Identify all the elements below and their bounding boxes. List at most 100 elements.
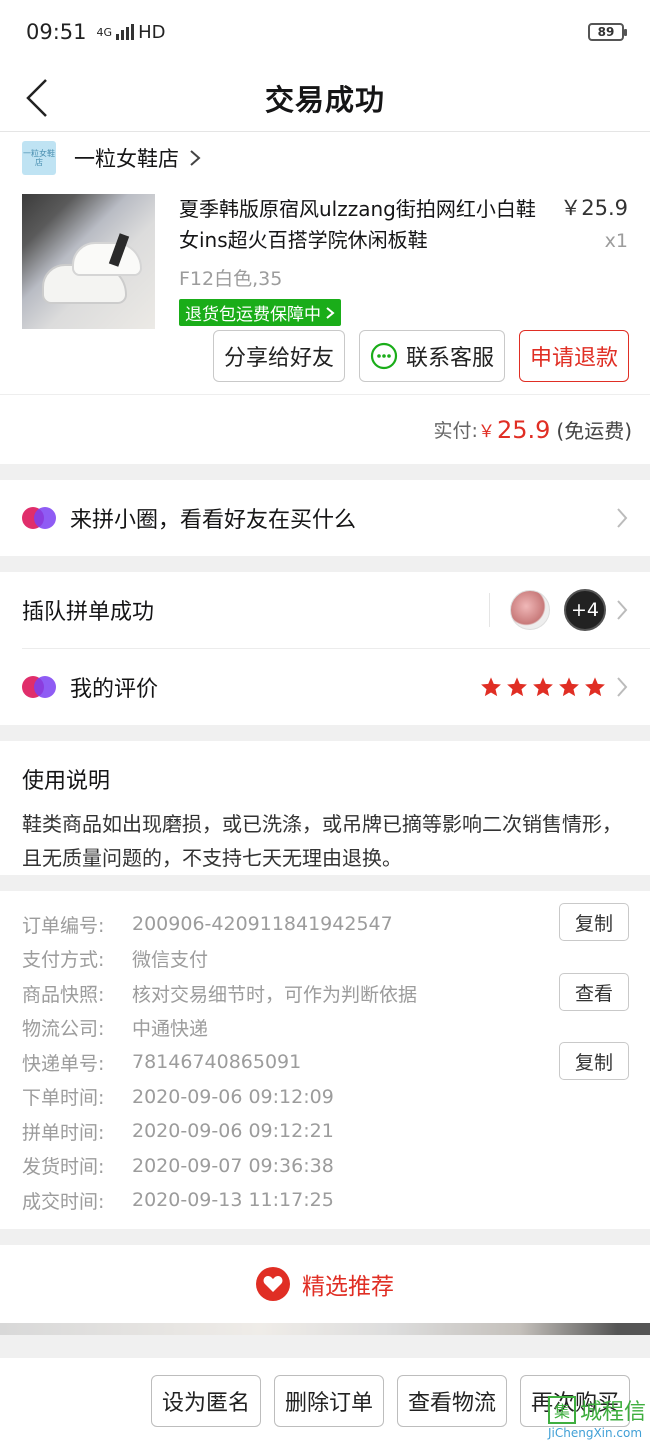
- delete-order-button[interactable]: 删除订单: [273, 1375, 384, 1427]
- star-icon: [481, 677, 501, 697]
- order-detail-row: 快递单号: 78146740865091: [22, 1045, 628, 1080]
- group-order-label: 插队拼单成功: [22, 600, 155, 625]
- order-detail-key: 发货时间:: [22, 1156, 105, 1179]
- star-icon: [533, 677, 553, 697]
- watermark-url: JiChengXin.com: [547, 1426, 643, 1440]
- copy-tracking-number-button[interactable]: 复制: [559, 1042, 629, 1080]
- order-detail-row: 支付方式: 微信支付: [22, 942, 628, 977]
- section-gap: [0, 464, 650, 480]
- separator: [489, 593, 490, 627]
- order-rows: 订单编号: 200906-420911841942547 支付方式: 微信支付 商品快照…: [22, 907, 628, 1218]
- anonymous-button[interactable]: 设为匿名: [150, 1375, 261, 1427]
- my-review-row[interactable]: 我的评价: [0, 649, 650, 725]
- order-detail-row: 成交时间: 2020-09-13 11:17:25: [22, 1183, 628, 1218]
- order-detail-value: 2020-09-13 11:17:25: [132, 1189, 334, 1212]
- chevron-right-icon: [326, 306, 335, 319]
- copy-order-number-button[interactable]: 复制: [559, 903, 629, 941]
- watermark-brand: 城程信: [579, 1400, 646, 1425]
- goods-price: ￥25.9: [560, 196, 628, 220]
- order-detail-key: 下单时间:: [22, 1087, 105, 1110]
- avatar: [510, 590, 550, 630]
- goods-image[interactable]: [22, 194, 155, 329]
- nav-bar: 交易成功: [0, 64, 650, 132]
- order-card: 一粒女鞋店 一粒女鞋店 夏季韩版原宿风ulzzang街拍网红小白鞋女ins超火百…: [0, 132, 650, 464]
- order-detail-value: 中通快递: [132, 1018, 209, 1041]
- note-body: 鞋类商品如出现磨损，或已洗涤，或吊牌已摘等影响二次销售情形，且无质量问题的，不支…: [22, 812, 622, 870]
- order-detail-key: 成交时间:: [22, 1190, 105, 1213]
- bottom-action-bar: 设为匿名 删除订单 查看物流 再次购买 集 城程信 JiChengXin.com: [0, 1358, 650, 1444]
- goods-info: 夏季韩版原宿风ulzzang街拍网红小白鞋女ins超火百搭学院休闲板鞋 F12白…: [179, 194, 539, 326]
- back-arrow-icon[interactable]: [22, 74, 62, 122]
- contact-label: 联系客服: [405, 346, 494, 371]
- section-gap: [0, 875, 650, 891]
- order-detail-key: 商品快照:: [22, 983, 105, 1006]
- star-icon: [507, 677, 527, 697]
- more-members-badge: +4: [564, 589, 606, 631]
- order-detail-row: 拼单时间: 2020-09-06 09:12:21: [22, 1114, 628, 1149]
- shoe-shape: [72, 242, 142, 276]
- shop-row[interactable]: 一粒女鞋店 一粒女鞋店: [0, 132, 650, 184]
- heart-icon: [256, 1267, 290, 1301]
- rating-stars: [480, 676, 606, 698]
- order-detail-row: 订单编号: 200906-420911841942547: [22, 907, 628, 942]
- order-detail-key: 物流公司:: [22, 1018, 105, 1041]
- watermark: 集 城程信 JiChengXin.com: [547, 1394, 646, 1440]
- section-gap: [0, 1229, 650, 1245]
- order-detail-value: 核对交易细节时，可作为判断依据: [132, 983, 418, 1006]
- order-detail-row: 物流公司: 中通快递: [22, 1011, 628, 1046]
- chevron-right-icon: [617, 508, 628, 528]
- status-time: 09:51: [26, 20, 87, 44]
- currency-symbol: ￥: [477, 422, 495, 442]
- chevron-right-icon: [617, 677, 628, 697]
- recommend-header: 精选推荐: [0, 1245, 650, 1323]
- recommend-image-strip: [0, 1323, 650, 1335]
- order-detail-row: 下单时间: 2020-09-06 09:12:09: [22, 1080, 628, 1115]
- friend-circle-label: 来拼小圈，看看好友在买什么: [70, 508, 357, 533]
- section-gap: [0, 556, 650, 572]
- recommend-label: 精选推荐: [302, 1274, 394, 1300]
- note-title: 使用说明: [22, 769, 111, 794]
- order-detail-key: 支付方式:: [22, 949, 105, 972]
- goods-quantity: x1: [604, 230, 628, 252]
- paid-label: 实付:: [433, 420, 478, 442]
- my-review-label: 我的评价: [70, 677, 159, 702]
- view-snapshot-button[interactable]: 查看: [559, 973, 629, 1011]
- order-detail-value: 2020-09-06 09:12:09: [132, 1085, 334, 1108]
- network-indicator: 4G HD: [97, 22, 166, 43]
- order-detail-row: 发货时间: 2020-09-07 09:36:38: [22, 1149, 628, 1184]
- order-detail-row: 商品快照: 核对交易细节时，可作为判断依据: [22, 976, 628, 1011]
- star-icon: [585, 677, 605, 697]
- refund-button[interactable]: 申请退款: [518, 330, 629, 382]
- battery-icon: 89: [588, 23, 627, 41]
- signal-icon: [116, 24, 135, 40]
- view-logistics-button[interactable]: 查看物流: [396, 1375, 507, 1427]
- order-detail-value: 2020-09-07 09:36:38: [132, 1154, 334, 1177]
- watermark-box-icon: 集: [547, 1396, 576, 1424]
- order-detail-key: 快递单号:: [22, 1052, 105, 1075]
- goods-title: 夏季韩版原宿风ulzzang街拍网红小白鞋女ins超火百搭学院休闲板鞋: [179, 197, 536, 252]
- contact-service-button[interactable]: 联系客服: [358, 330, 505, 382]
- hd-label: HD: [138, 21, 166, 43]
- order-detail-value: 200906-420911841942547: [132, 913, 393, 936]
- chevron-right-icon: [617, 600, 628, 620]
- chevron-right-icon: [190, 150, 201, 166]
- order-detail-value: 78146740865091: [132, 1051, 302, 1074]
- friend-circle-row[interactable]: 来拼小圈，看看好友在买什么: [0, 480, 650, 556]
- order-details: 订单编号: 200906-420911841942547 支付方式: 微信支付 商品快照…: [0, 891, 650, 1229]
- order-actions: 分享给好友 联系客服 申请退款: [0, 324, 650, 394]
- circle-logo-icon: [22, 507, 56, 529]
- goods-item[interactable]: 夏季韩版原宿风ulzzang街拍网红小白鞋女ins超火百搭学院休闲板鞋 F12白…: [0, 184, 650, 329]
- shop-logo: 一粒女鞋店: [22, 141, 56, 175]
- shipping-note: (免运费): [556, 419, 632, 443]
- section-gap: [0, 725, 650, 741]
- watermark-logo: 集 城程信: [547, 1394, 646, 1426]
- goods-spec: F12白色,35: [179, 268, 283, 290]
- group-order-row[interactable]: 插队拼单成功 +4: [0, 572, 650, 648]
- shop-name: 一粒女鞋店: [74, 147, 179, 171]
- page-title: 交易成功: [264, 82, 385, 117]
- order-detail-key: 拼单时间:: [22, 1121, 105, 1144]
- badge-label: 退货包运费保障中: [185, 305, 321, 325]
- share-button[interactable]: 分享给好友: [212, 330, 345, 382]
- return-shipping-badge[interactable]: 退货包运费保障中: [179, 299, 341, 326]
- paid-amount: 25.9: [496, 415, 551, 444]
